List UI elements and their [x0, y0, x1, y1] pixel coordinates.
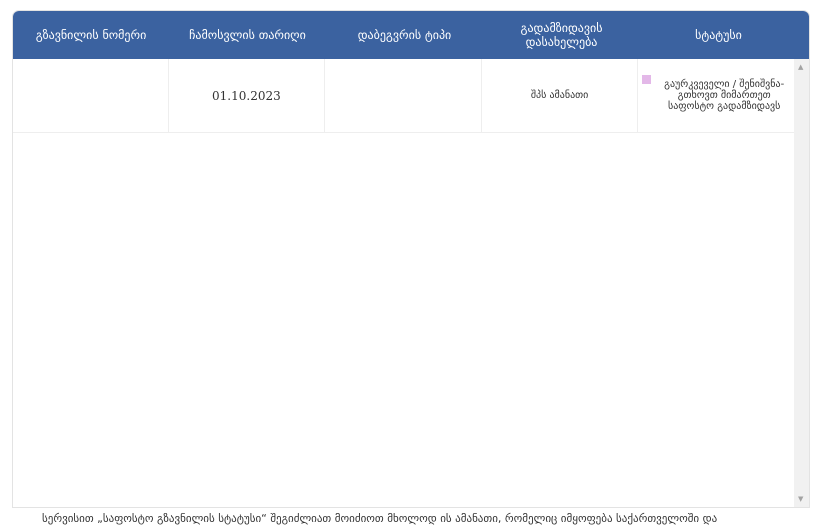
footer-note: სერვისით „საფოსტო გზავნილის სტატუსი“ შეგ… — [42, 512, 718, 525]
table-header: გზავნილის ნომერი ჩამოსვლის თარიღი დაბეგვ… — [13, 11, 809, 59]
cell-status: გაურკვეველი / შენიშვნა- გთხოვთ მიმართეთ … — [638, 59, 795, 132]
cell-date: 01.10.2023 — [169, 59, 326, 132]
scroll-up-icon[interactable]: ▲ — [798, 63, 803, 71]
column-header-date[interactable]: ჩამოსვლის თარიღი — [169, 11, 326, 59]
column-header-number[interactable]: გზავნილის ნომერი — [13, 11, 169, 59]
status-color-swatch — [642, 75, 652, 84]
column-header-status[interactable]: სტატუსი — [640, 11, 797, 59]
table-row[interactable]: 01.10.2023 შპს ამანათი გაურკვეველი / შენ… — [13, 59, 795, 133]
cell-number — [13, 59, 169, 132]
column-header-carrier[interactable]: გადამზიდავის დასახელება — [483, 11, 640, 59]
parcel-table: გზავნილის ნომერი ჩამოსვლის თარიღი დაბეგვ… — [12, 10, 810, 508]
cell-carrier: შპს ამანათი — [482, 59, 639, 132]
column-header-tax-type[interactable]: დაბეგვრის ტიპი — [326, 11, 483, 59]
cell-tax-type — [325, 59, 482, 132]
scroll-down-icon[interactable]: ▼ — [798, 495, 803, 503]
status-text: გაურკვეველი / შენიშვნა- გთხოვთ მიმართეთ … — [664, 79, 785, 112]
vertical-scrollbar[interactable]: ▲ ▼ — [794, 59, 809, 507]
